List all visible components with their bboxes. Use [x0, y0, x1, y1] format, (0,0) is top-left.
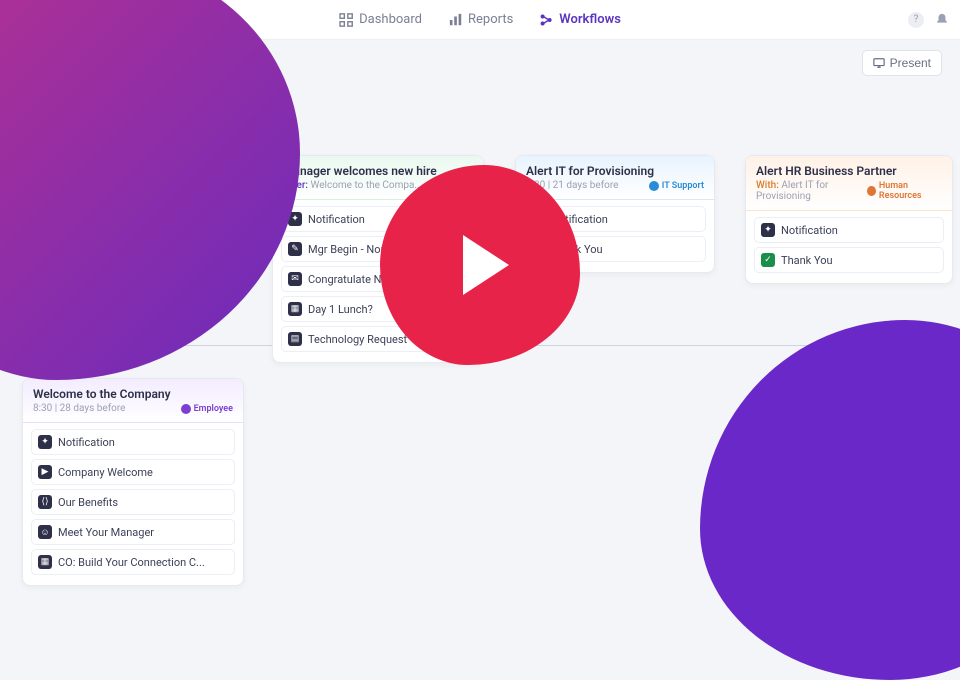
role-badge-it: IT Support — [649, 181, 704, 191]
nav-reports[interactable]: Reports — [448, 12, 513, 27]
task-row[interactable]: ✦ Notification — [754, 217, 944, 243]
help-icon[interactable]: ? — [908, 12, 924, 28]
task-label: Our Benefits — [58, 496, 118, 509]
nav-tabs: Dashboard Reports Workflows — [339, 12, 621, 27]
task-row[interactable]: ☺ Meet Your Manager — [31, 519, 235, 545]
user-icon: ☺ — [38, 525, 52, 539]
task-label: Notification — [781, 224, 838, 237]
decorative-blob-left — [0, 0, 300, 380]
card-subtitle: After: Welcome to the Compa... — [283, 180, 422, 191]
task-label: Meet Your Manager — [58, 526, 154, 539]
nav-label: Reports — [468, 12, 513, 27]
sub-toolbar: Present — [862, 50, 942, 76]
task-row[interactable]: ✦ Notification — [31, 429, 235, 455]
nav-dashboard[interactable]: Dashboard — [339, 12, 422, 27]
present-label: Present — [890, 56, 931, 70]
nav-label: Workflows — [559, 12, 621, 27]
task-label: Thank You — [781, 254, 833, 267]
play-icon — [463, 235, 509, 295]
code-icon: ⟨⟩ — [38, 495, 52, 509]
task-label: Notification — [58, 436, 115, 449]
card-header: Alert HR Business Partner With: Alert IT… — [746, 156, 952, 211]
task-row[interactable]: ▦ CO: Build Your Connection C... — [31, 549, 235, 575]
role-badge-hr: Human Resources — [867, 181, 942, 201]
notifications-icon[interactable] — [934, 12, 950, 28]
play-icon: ▶ — [38, 465, 52, 479]
bell-icon: ✦ — [38, 435, 52, 449]
task-label: Notification — [308, 213, 365, 226]
play-button[interactable] — [380, 165, 580, 365]
present-button[interactable]: Present — [862, 50, 942, 76]
nav-label: Dashboard — [359, 12, 422, 27]
card-title: Alert HR Business Partner — [756, 164, 942, 178]
task-row[interactable]: ✓ Thank You — [754, 247, 944, 273]
task-label: Technology Request — [308, 333, 407, 346]
reports-icon — [448, 13, 462, 27]
nav-workflows[interactable]: Workflows — [539, 12, 621, 27]
task-label: Company Welcome — [58, 466, 153, 479]
workflows-icon — [539, 13, 553, 27]
check-icon: ✓ — [761, 253, 775, 267]
nav-right: ? — [908, 12, 950, 28]
task-label: CO: Build Your Connection C... — [58, 556, 205, 569]
doc-icon: ✎ — [288, 242, 302, 256]
note-icon: ✉ — [288, 272, 302, 286]
card-subtitle: 8:30 | 28 days before — [33, 403, 125, 414]
decorative-blob-right — [700, 320, 960, 680]
task-row[interactable]: ▶ Company Welcome — [31, 459, 235, 485]
role-badge-employee: Employee — [181, 404, 233, 414]
calendar-icon: ▦ — [38, 555, 52, 569]
task-label: Day 1 Lunch? — [308, 303, 373, 316]
card-subtitle: With: Alert IT for Provisioning — [756, 180, 867, 202]
card-header: Welcome to the Company 8:30 | 28 days be… — [23, 379, 243, 423]
card-hr[interactable]: Alert HR Business Partner With: Alert IT… — [745, 155, 953, 284]
dashboard-icon — [339, 13, 353, 27]
calendar-icon: ▦ — [288, 302, 302, 316]
grid-icon: ▤ — [288, 332, 302, 346]
present-icon — [873, 57, 885, 69]
card-title: Alert IT for Provisioning — [526, 164, 704, 178]
bell-icon: ✦ — [761, 223, 775, 237]
card-title: Welcome to the Company — [33, 387, 233, 401]
card-welcome[interactable]: Welcome to the Company 8:30 | 28 days be… — [22, 378, 244, 586]
task-row[interactable]: ⟨⟩ Our Benefits — [31, 489, 235, 515]
